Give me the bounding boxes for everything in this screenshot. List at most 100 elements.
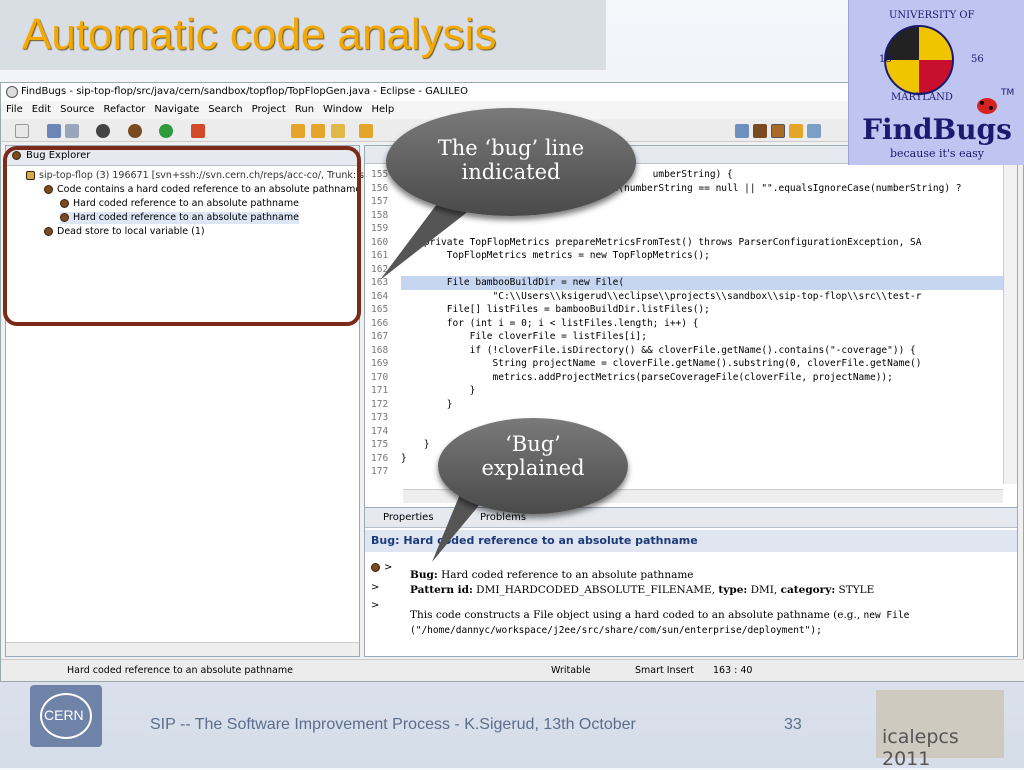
callout-bug-line: The ‘bug’ line indicated [386,108,636,216]
menu-run[interactable]: Run [290,101,318,115]
menu-edit[interactable]: Edit [27,101,55,115]
code-text: if (!cloverFile.isDirectory() && cloverF… [401,344,916,356]
expand-arrow[interactable]: > [371,600,379,611]
code-line[interactable]: 167 File cloverFile = listFiles[i]; [365,330,1005,344]
type-text: DMI, [750,584,778,596]
debug-perspective-icon[interactable] [753,124,767,138]
code-line[interactable]: 161 TopFlopMetrics metrics = new TopFlop… [365,249,1005,263]
code-line[interactable]: 166 for (int i = 0; i < listFiles.length… [365,317,1005,331]
line-number: 172 [371,398,389,410]
properties-tab[interactable]: Properties [383,512,434,523]
print-icon[interactable] [65,124,79,138]
slide-footer: SIP -- The Software Improvement Process … [150,716,636,733]
callout-bug-line-text: The ‘bug’ line indicated [437,136,585,184]
line-number: 162 [371,263,389,275]
line-number: 164 [371,290,389,302]
code-text: } [401,452,407,464]
new-icon[interactable] [15,124,29,138]
svn-perspective-icon[interactable] [807,124,821,138]
menu-project[interactable]: Project [247,101,290,115]
problems-tab[interactable]: Problems [480,512,526,523]
status-insert-mode: Smart Insert [635,665,695,676]
menu-file[interactable]: File [1,101,27,115]
description-code-line: ("/home/dannyc/workspace/j2ee/src/share/… [410,625,822,636]
line-number: 157 [371,196,389,207]
code-line[interactable]: 170 metrics.addProjectMetrics(parseCover… [365,371,1005,385]
code-text: File bambooBuildDir = new File( [401,277,625,288]
line-number: 170 [371,371,389,383]
open-type-icon[interactable] [331,124,345,138]
pattern-text: DMI_HARDCODED_ABSOLUTE_FILENAME, [476,584,716,596]
status-message: Hard coded reference to an absolute path… [67,665,293,676]
bug-description: Bug: Hard coded reference to an absolute… [410,568,1010,638]
callout-bug-explained-text: ‘Bug’ explained [481,432,585,480]
vertical-scrollbar[interactable] [1003,164,1017,484]
line-number: 175 [371,439,389,450]
open-resource-icon[interactable] [359,124,373,138]
new-package-icon[interactable] [291,124,305,138]
category-label: category: [780,584,836,596]
status-writable: Writable [551,665,591,676]
line-number: 159 [371,223,389,234]
status-bar: Hard coded reference to an absolute path… [1,659,1024,681]
horizontal-scrollbar[interactable] [6,642,359,656]
findbugs-logo: UNIVERSITY OF MARYLAND 18 56 TM FindBugs… [848,0,1024,165]
line-number: 167 [371,331,389,342]
team-perspective-icon[interactable] [789,124,803,138]
code-text: } [401,439,430,450]
logo-university-text: UNIVERSITY OF [889,10,975,21]
code-line[interactable]: 171 } [365,384,1005,398]
findbugs-perspective-icon[interactable] [771,124,785,138]
code-text: TopFlopMetrics metrics = new TopFlopMetr… [401,250,710,261]
description-code: new File [863,610,910,621]
slide-title-bar: Automatic code analysis [0,0,606,70]
findbugs-run-icon[interactable] [96,124,110,138]
debug-icon[interactable] [128,124,142,138]
menu-help[interactable]: Help [366,101,398,115]
code-line[interactable]: 163 File bambooBuildDir = new File( [365,276,1005,290]
save-icon[interactable] [47,124,61,138]
code-line[interactable]: 165 File[] listFiles = bambooBuildDir.li… [365,303,1005,317]
menu-source[interactable]: Source [55,101,98,115]
new-class-icon[interactable] [311,124,325,138]
line-number: 166 [371,317,389,329]
code-line[interactable]: 172 } [365,398,1005,412]
logo-year-left: 18 [879,54,892,65]
properties-panel: Properties Problems Bug: Hard coded refe… [364,507,1018,657]
type-label: type: [718,584,748,596]
expand-arrow[interactable]: > [371,582,379,593]
logo-year-right: 56 [971,54,984,65]
callout-bug-explained: ‘Bug’ explained [438,418,628,514]
menu-navigate[interactable]: Navigate [149,101,203,115]
properties-header-text: Bug: Hard coded reference to an absolute… [371,534,698,547]
code-text: } [401,398,453,410]
bug-row-icon[interactable]: > [371,562,392,573]
code-line[interactable]: 169 String projectName = cloverFile.getN… [365,357,1005,371]
menu-bar: File Edit Source Refactor Navigate Search Proj… [1,101,851,119]
menu-refactor[interactable]: Refactor [98,101,149,115]
slide-page-number: 33 [784,716,802,733]
code-line[interactable]: 162 [365,263,1005,277]
slide-title: Automatic code analysis [22,10,497,59]
code-text: private TopFlopMetrics prepareMetricsFro… [401,236,922,248]
code-text: File[] listFiles = bambooBuildDir.listFi… [401,304,710,315]
menu-window[interactable]: Window [318,101,366,115]
description-text: This code constructs a File object using… [410,609,861,621]
logo-findbugs-text: FindBugs [862,113,1012,146]
java-perspective-icon[interactable] [735,124,749,138]
run-icon[interactable] [159,124,173,138]
code-line[interactable]: 159 [365,222,1005,236]
code-text: String projectName = cloverFile.getName(… [401,358,922,369]
line-number: 161 [371,250,389,261]
external-tools-icon[interactable] [191,124,205,138]
line-number: 169 [371,358,389,369]
cern-logo-text: CERN [44,707,84,723]
icalepcs-text: icalepcs 2011 [882,726,959,770]
code-line[interactable]: 168 if (!cloverFile.isDirectory() && clo… [365,344,1005,358]
menu-search[interactable]: Search [203,101,246,115]
properties-header: Bug: Hard coded reference to an absolute… [365,530,1017,552]
code-line[interactable]: 160 private TopFlopMetrics prepareMetric… [365,236,1005,250]
code-line[interactable]: 164 "C:\\Users\\ksigerud\\eclipse\\proje… [365,290,1005,304]
bug-label: Bug: [410,569,438,581]
code-line[interactable]: 173 [365,411,1005,425]
